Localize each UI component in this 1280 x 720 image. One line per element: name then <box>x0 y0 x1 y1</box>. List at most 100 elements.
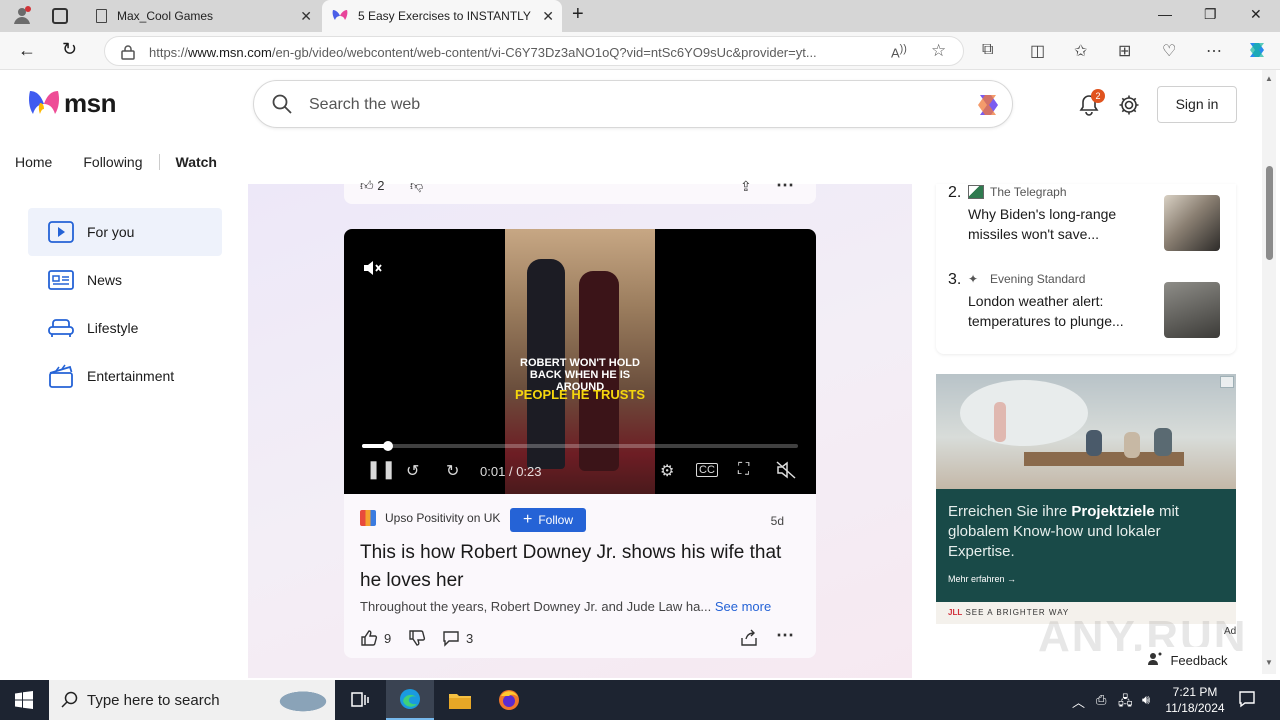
follow-button[interactable]: + Follow <box>510 508 586 532</box>
notification-count-badge: 2 <box>1091 89 1105 103</box>
read-aloud-icon[interactable]: A)) <box>891 43 907 60</box>
tab-active-video[interactable]: 5 Easy Exercises to INSTANTLY Im ✕ <box>322 0 562 32</box>
adchoices-icon[interactable] <box>1220 376 1234 388</box>
profile-icon[interactable] <box>12 5 32 25</box>
system-clock[interactable]: 7:21 PM 11/18/2024 <box>1162 684 1228 716</box>
windows-start-icon[interactable] <box>15 691 33 714</box>
taskbar-search-input[interactable]: Type here to search <box>49 680 335 720</box>
source-name: The Telegraph <box>990 185 1067 199</box>
video-source[interactable]: Upso Positivity on UK <box>360 510 500 526</box>
sofa-icon <box>48 315 74 341</box>
search-input[interactable]: Search the web <box>253 80 1013 128</box>
url-prefix: https:// <box>149 45 189 60</box>
like-icon[interactable]: 👍︎ 2 <box>360 178 384 194</box>
browser-toolbar: ← ↻ https://www.msn.com/en-gb/video/webc… <box>0 32 1280 70</box>
sidebar-item-news[interactable]: News <box>28 256 222 304</box>
page-scrollbar[interactable]: ▲ ▼ <box>1262 70 1276 674</box>
notification-center-icon[interactable] <box>1238 690 1256 711</box>
sidebar-item-for-you[interactable]: For you <box>28 208 222 256</box>
nav-watch[interactable]: Watch <box>176 154 217 170</box>
network-icon[interactable]: 🖧︎ <box>1118 692 1133 714</box>
more-options-icon[interactable]: ⋯ <box>776 625 794 646</box>
share-icon[interactable]: ⇪ <box>740 178 752 195</box>
nav-home[interactable]: Home <box>15 154 52 170</box>
sidebar-item-entertainment[interactable]: Entertainment <box>28 352 222 400</box>
edge-taskbar-icon[interactable] <box>386 680 434 720</box>
minimize-icon[interactable]: — <box>1158 6 1172 22</box>
scrollbar-thumb[interactable] <box>1266 166 1273 260</box>
network-drive-icon[interactable]: ⎙ <box>1096 692 1106 708</box>
firefox-icon[interactable] <box>485 680 533 720</box>
sidebar-item-label: For you <box>87 224 135 240</box>
ad-cta-link[interactable]: Mehr erfahren → <box>948 574 1016 584</box>
scroll-up-icon[interactable]: ▲ <box>1265 74 1273 83</box>
refresh-icon[interactable]: ↻ <box>62 39 82 59</box>
dislike-button[interactable] <box>408 629 426 647</box>
tab-title: 5 Easy Exercises to INSTANTLY Im <box>358 9 534 23</box>
sign-in-button[interactable]: Sign in <box>1157 86 1237 123</box>
ad-headline-bold: Projektziele <box>1071 503 1155 520</box>
msn-logo[interactable]: msn <box>28 88 116 119</box>
nav-following[interactable]: Following <box>83 154 142 170</box>
tab-max-cool-games[interactable]: Max_Cool Games ✕ <box>84 0 320 32</box>
url-host: www.msn.com <box>188 45 272 60</box>
volume-icon[interactable]: 🔊︎ <box>1142 692 1150 708</box>
favorites-icon[interactable]: ✩ <box>1074 41 1094 61</box>
file-explorer-icon[interactable] <box>436 680 484 720</box>
lock-icon[interactable] <box>121 44 135 65</box>
dislike-icon[interactable]: 👎︎ <box>410 178 423 194</box>
forward-icon[interactable]: ↻ <box>446 461 459 481</box>
close-tab-icon[interactable]: ✕ <box>542 8 554 25</box>
settings-gear-icon[interactable] <box>1118 94 1140 121</box>
split-screen-icon[interactable]: ◫ <box>1030 41 1050 61</box>
more-options-icon[interactable]: ⋯ <box>776 175 794 196</box>
video-headline[interactable]: This is how Robert Downey Jr. shows his … <box>360 539 800 595</box>
comments-button[interactable]: 3 <box>442 629 473 647</box>
more-menu-icon[interactable]: ⋯ <box>1206 41 1226 61</box>
rewind-icon[interactable]: ↺ <box>406 461 419 481</box>
like-button[interactable]: 9 <box>360 629 391 647</box>
share-button[interactable] <box>740 629 758 647</box>
dislike-icon <box>409 630 426 646</box>
video-card: ROBERT WON'T HOLD BACK WHEN HE IS AROUND… <box>344 229 816 658</box>
fullscreen-icon[interactable]: ⛶ <box>738 461 749 479</box>
address-bar[interactable]: https://www.msn.com/en-gb/video/webconte… <box>104 36 964 66</box>
card-actions: 9 3 ⋯ <box>360 625 800 649</box>
video-progress-handle[interactable] <box>383 441 394 451</box>
see-more-link[interactable]: See more <box>715 599 771 614</box>
show-hidden-icons[interactable]: ︿ <box>1072 692 1085 711</box>
scroll-down-icon[interactable]: ▼ <box>1265 658 1273 667</box>
tab-actions-icon[interactable] <box>52 8 68 24</box>
page-icon <box>96 9 107 23</box>
video-progress-bar[interactable] <box>362 441 798 451</box>
extensions-icon[interactable]: ⧉ <box>982 41 1002 61</box>
new-tab-icon[interactable]: + <box>572 3 584 26</box>
muted-speaker-icon[interactable] <box>362 259 382 282</box>
feedback-button[interactable]: Feedback <box>1136 647 1240 673</box>
person-silhouette <box>1124 432 1140 458</box>
close-window-icon[interactable]: ✕ <box>1250 6 1262 23</box>
favorite-star-icon[interactable]: ☆ <box>931 41 946 61</box>
browser-essentials-icon[interactable]: ♡ <box>1162 41 1182 61</box>
url-text[interactable]: https://www.msn.com/en-gb/video/webconte… <box>149 45 879 60</box>
close-tab-icon[interactable]: ✕ <box>300 8 312 25</box>
office-window <box>960 380 1088 446</box>
advertisement[interactable]: Erreichen Sie ihre Projektziele mit glob… <box>936 374 1236 624</box>
article-thumbnail <box>1164 195 1220 251</box>
restore-icon[interactable]: ❐ <box>1204 6 1217 23</box>
copilot-icon[interactable] <box>1246 39 1266 59</box>
video-player[interactable]: ROBERT WON'T HOLD BACK WHEN HE IS AROUND… <box>344 229 816 494</box>
captions-icon[interactable]: CC <box>696 463 718 477</box>
collections-icon[interactable]: ⊞ <box>1118 41 1138 61</box>
person-silhouette <box>994 402 1006 442</box>
pause-icon[interactable]: ❚❚ <box>366 459 396 480</box>
sidebar-item-lifestyle[interactable]: Lifestyle <box>28 304 222 352</box>
back-icon[interactable]: ← <box>18 40 38 60</box>
url-path: /en-gb/video/webcontent/web-content/vi-C… <box>271 45 817 60</box>
sidebar-item-label: Entertainment <box>87 368 175 384</box>
video-settings-icon[interactable]: ⚙ <box>660 461 674 481</box>
volume-muted-icon[interactable] <box>776 461 796 482</box>
msn-butterfly-icon <box>29 90 59 114</box>
task-view-icon[interactable] <box>336 680 384 720</box>
copilot-icon[interactable] <box>974 92 1002 123</box>
